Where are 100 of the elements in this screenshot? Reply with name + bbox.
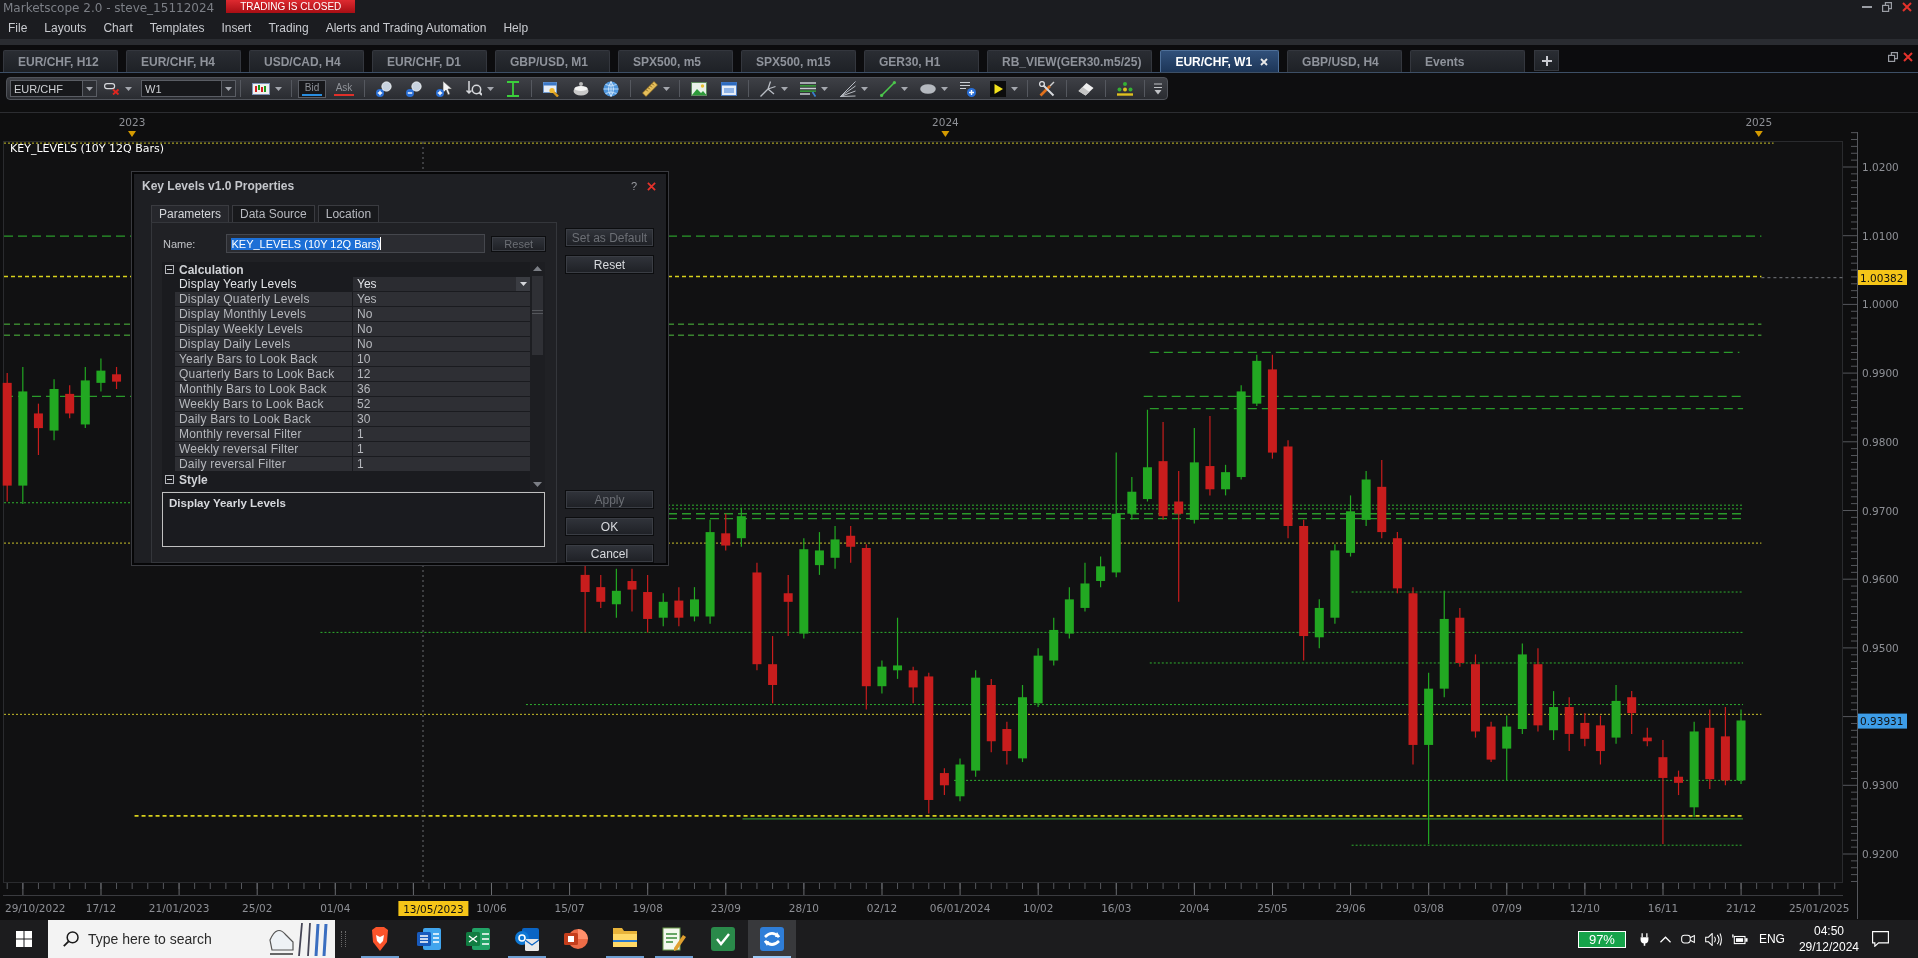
property-value[interactable]: 10 xyxy=(353,352,530,366)
dots-icon[interactable] xyxy=(1117,81,1133,96)
section-header[interactable]: Calculation xyxy=(162,262,530,277)
zoom-in-icon[interactable] xyxy=(376,80,392,97)
name-field[interactable]: KEY_LEVELS (10Y 12Q Bars) xyxy=(226,234,486,253)
property-value[interactable]: 52 xyxy=(353,397,530,411)
caret-icon[interactable] xyxy=(487,86,494,91)
property-value[interactable]: 36 xyxy=(353,382,530,396)
dialog-button[interactable]: OK xyxy=(565,517,654,536)
chart-tab[interactable]: EUR/CHF, H12 xyxy=(3,50,118,72)
menu-item[interactable]: Templates xyxy=(142,21,212,35)
search-input[interactable]: Type here to search xyxy=(88,930,220,948)
battery-icon[interactable] xyxy=(1731,933,1748,945)
text-tool-icon[interactable] xyxy=(960,80,976,97)
link-icon[interactable] xyxy=(104,82,120,95)
dialog-tab[interactable]: Data Source xyxy=(232,205,315,222)
scroll-up-icon[interactable] xyxy=(533,266,542,271)
chart-tab[interactable]: SPX500, m15 xyxy=(741,50,856,72)
image-icon[interactable] xyxy=(691,81,707,96)
ruler-icon[interactable] xyxy=(642,80,658,97)
camera-icon[interactable] xyxy=(1680,933,1695,945)
property-name[interactable]: Yearly Bars to Look Back xyxy=(175,352,352,366)
chart-tab[interactable]: SPX500, m5 xyxy=(618,50,733,72)
property-value[interactable]: No xyxy=(353,307,530,321)
close-icon[interactable] xyxy=(1902,2,1912,12)
fork-lines-icon[interactable] xyxy=(760,80,776,97)
notification-icon[interactable] xyxy=(1872,931,1889,947)
property-name[interactable]: Weekly reversal Filter xyxy=(175,442,352,456)
new-tab-button[interactable] xyxy=(1534,50,1560,71)
caret-icon[interactable] xyxy=(941,86,948,91)
clock-time[interactable]: 04:50 xyxy=(1813,923,1844,939)
caret-icon[interactable] xyxy=(1011,86,1018,91)
close-icon[interactable] xyxy=(647,181,656,191)
property-value[interactable]: No xyxy=(353,337,530,351)
period-dropdown[interactable]: W1 xyxy=(141,80,236,97)
chart-type-icon[interactable] xyxy=(252,82,270,95)
window-icon[interactable] xyxy=(721,81,737,96)
taskbar-app-button[interactable] xyxy=(748,920,796,958)
scrollbar-thumb[interactable] xyxy=(532,276,543,355)
chart-tab[interactable]: GER30, H1 xyxy=(864,50,979,72)
chart-tab[interactable]: GBP/USD, M1 xyxy=(495,50,610,72)
language-indicator[interactable]: ENG xyxy=(1758,932,1785,946)
property-value[interactable]: 1 xyxy=(353,442,530,456)
menu-item[interactable]: Chart xyxy=(96,21,140,35)
chart-tab[interactable]: RB_VIEW(GER30.m5/25) xyxy=(987,50,1153,72)
help-button[interactable]: ? xyxy=(628,180,639,192)
line-cursor-icon[interactable] xyxy=(506,80,520,97)
property-name[interactable]: Monthly Bars to Look Back xyxy=(175,382,352,396)
dropdown-button[interactable] xyxy=(516,277,530,291)
tools-icon[interactable] xyxy=(1039,80,1055,97)
property-value[interactable]: 1 xyxy=(353,427,530,441)
property-value[interactable]: 30 xyxy=(353,412,530,426)
property-name[interactable]: Display Weekly Levels xyxy=(175,322,352,336)
fan-lines-icon[interactable] xyxy=(840,80,856,97)
list-icon[interactable] xyxy=(800,80,816,97)
restore-icon[interactable] xyxy=(1882,2,1892,12)
property-value[interactable]: No xyxy=(353,322,530,336)
price-source-button[interactable]: Bid xyxy=(298,79,326,98)
trend-line-icon[interactable] xyxy=(880,80,896,97)
bowl-icon[interactable] xyxy=(573,81,589,96)
property-name[interactable]: Display Quaterly Levels xyxy=(175,292,352,306)
dialog-button[interactable]: Cancel xyxy=(565,544,654,563)
reset-button[interactable]: Reset xyxy=(565,255,654,274)
property-value[interactable]: 12 xyxy=(353,367,530,381)
section-header[interactable]: Style xyxy=(162,472,530,487)
property-name[interactable]: Display Daily Levels xyxy=(175,337,352,351)
property-value[interactable]: Yes xyxy=(353,292,530,306)
chevron-up-icon[interactable] xyxy=(1659,935,1671,943)
eraser-icon[interactable] xyxy=(1078,81,1094,96)
caret-icon[interactable] xyxy=(781,86,788,91)
restore-icon[interactable] xyxy=(1888,52,1898,62)
menu-item[interactable]: Trading xyxy=(261,21,316,35)
caret-icon[interactable] xyxy=(821,86,828,91)
caret-icon[interactable] xyxy=(861,86,868,91)
dialog-tab[interactable]: Parameters xyxy=(151,205,230,222)
caret-icon[interactable] xyxy=(125,86,132,91)
property-name[interactable]: Weekly Bars to Look Back xyxy=(175,397,352,411)
dialog-tab[interactable]: Location xyxy=(317,205,380,222)
property-value[interactable]: Yes xyxy=(353,277,530,291)
chart-tab[interactable]: EUR/CHF, W1 xyxy=(1160,50,1280,72)
menu-item[interactable]: File xyxy=(1,21,35,35)
caret-icon[interactable] xyxy=(275,86,282,91)
chart-tab[interactable]: Events xyxy=(1410,50,1526,72)
chart-tab[interactable]: EUR/CHF, H4 xyxy=(126,50,241,72)
property-name[interactable]: Quarterly Bars to Look Back xyxy=(175,367,352,381)
properties-icon[interactable] xyxy=(543,80,559,97)
plug-icon[interactable] xyxy=(1638,932,1650,946)
menu-item[interactable]: Layouts xyxy=(37,21,94,35)
chart-tab[interactable]: USD/CAD, H4 xyxy=(249,50,364,72)
menu-item[interactable]: Alerts and Trading Automation xyxy=(318,21,494,35)
globe-icon[interactable] xyxy=(603,80,619,97)
menu-item[interactable]: Insert xyxy=(214,21,259,35)
caret-icon[interactable] xyxy=(663,86,670,91)
chart-tab[interactable]: GBP/USD, H4 xyxy=(1287,50,1403,72)
property-name[interactable]: Display Monthly Levels xyxy=(175,307,352,321)
magnifier-arrow-icon[interactable] xyxy=(466,80,482,97)
chart-tab[interactable]: EUR/CHF, D1 xyxy=(372,50,487,72)
clock-date[interactable]: 29/12/2024 xyxy=(1798,939,1859,955)
menu-item[interactable]: Help xyxy=(496,21,536,35)
zoom-out-icon[interactable] xyxy=(406,80,422,97)
